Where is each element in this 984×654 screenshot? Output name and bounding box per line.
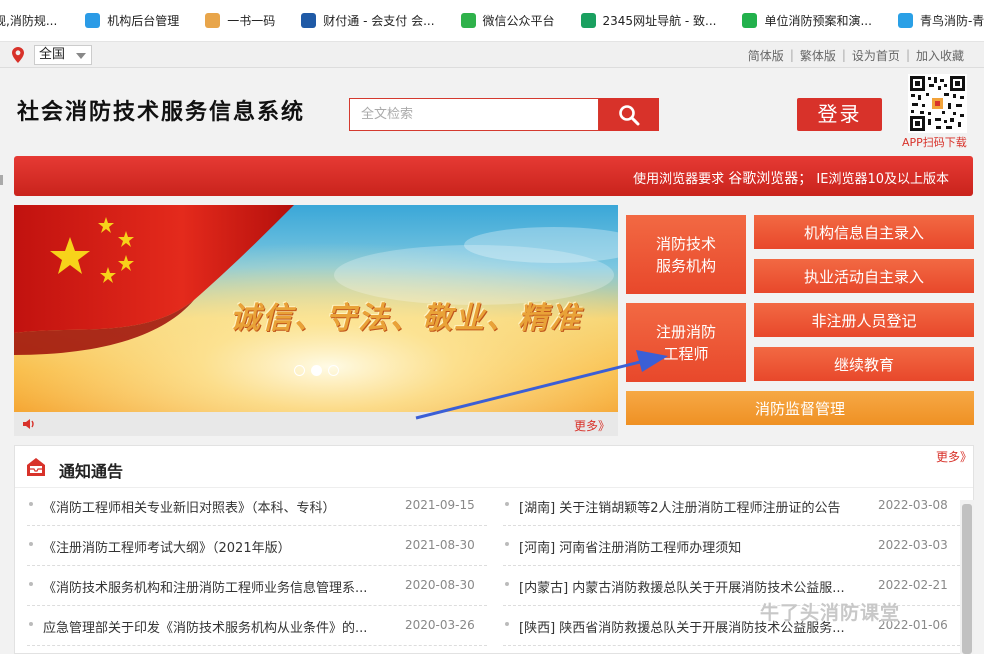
notice-date: 2022-03-03	[878, 538, 948, 552]
slider-dots	[294, 365, 339, 376]
scrollbar[interactable]	[960, 500, 974, 654]
bookmark-item[interactable]: 青鸟消防-青鸟消防...	[891, 0, 984, 41]
inbox-icon	[27, 458, 45, 476]
notice-title[interactable]: 《注册消防工程师考试大纲》（2021年版）	[43, 537, 393, 556]
browser-requirement-banner: 使用浏览器要求 谷歌浏览器； IE浏览器10及以上版本	[14, 156, 973, 196]
site-title: 社会消防技术服务信息系统	[17, 99, 306, 125]
slider-dot-active[interactable]	[311, 365, 322, 376]
bookmark-label: 一书一码	[227, 14, 276, 28]
shield-icon	[301, 13, 317, 28]
notice-row[interactable]: 应急管理部关于印发《消防技术服务机构从业条件》的... 2020-03-26	[27, 606, 487, 646]
app-download-label: APP扫码下载	[902, 136, 967, 149]
notices-more-link[interactable]: 更多》	[936, 448, 972, 465]
tile-org-info-entry[interactable]: 机构信息自主录入	[754, 215, 974, 249]
search-icon	[619, 104, 640, 125]
bullet-icon	[29, 542, 33, 546]
bookmark-label: 微信公众平台	[482, 14, 555, 28]
tile-unregistered-staff[interactable]: 非注册人员登记	[754, 303, 974, 337]
top-utility-bar: 全国 简体版 | 繁体版 | 设为首页 | 加入收藏	[0, 42, 984, 68]
tile-tech-service-org[interactable]: 消防技术 服务机构	[626, 215, 746, 294]
banner-browser: 谷歌浏览器；	[728, 171, 813, 187]
tile-continuing-education[interactable]: 继续教育	[754, 347, 974, 381]
edge-marker	[0, 175, 3, 185]
watermark-text: 牛了头消防课堂	[760, 602, 901, 624]
bookmark-label: 机构后台管理	[107, 14, 180, 28]
notice-row[interactable]: 《注册消防工程师考试大纲》（2021年版） 2021-08-30	[27, 526, 487, 566]
search-input[interactable]: 全文检索	[349, 98, 599, 131]
bullet-icon	[29, 502, 33, 506]
link-add-favorite[interactable]: 加入收藏	[910, 47, 970, 64]
notice-title[interactable]: 《消防技术服务机构和注册消防工程师业务信息管理系...	[43, 577, 393, 596]
notice-title[interactable]: 《消防工程师相关专业新旧对照表》（本科、专科）	[43, 497, 393, 516]
link-simplified[interactable]: 简体版	[742, 47, 790, 64]
link-set-homepage[interactable]: 设为首页	[846, 47, 906, 64]
bullet-icon	[505, 502, 509, 506]
notice-row[interactable]: 《消防工程师相关专业新旧对照表》（本科、专科） 2021-09-15	[27, 486, 487, 526]
bullet-icon	[505, 582, 509, 586]
qr-code-icon	[908, 74, 967, 133]
slider-more-link[interactable]: 更多》	[574, 417, 610, 434]
banner-slider[interactable]: 诚信、守法、敬业、精准	[14, 205, 618, 412]
slider-dot[interactable]	[328, 365, 339, 376]
book-icon	[205, 13, 221, 28]
bookmark-item[interactable]: 规,消防规...	[0, 0, 64, 41]
banner-suffix: IE浏览器10及以上版本	[816, 172, 949, 187]
bullet-icon	[505, 542, 509, 546]
notices-header: 通知通告	[15, 446, 973, 488]
bookmark-item[interactable]: 2345网址导航 - 致...	[574, 0, 724, 41]
notice-title[interactable]: [内蒙古] 内蒙古消防救援总队关于开展消防技术公益服...	[519, 577, 879, 596]
bookmark-item[interactable]: 财付通 - 会支付 会...	[294, 0, 441, 41]
notice-title[interactable]: [湖南] 关于注销胡颖等2人注册消防工程师注册证的公告	[519, 497, 879, 516]
login-button[interactable]: 登录	[797, 98, 882, 131]
notice-date: 2020-08-30	[405, 578, 475, 592]
slider-slogan: 诚信、守法、敬业、精准	[230, 301, 582, 336]
bookmark-item[interactable]: 机构后台管理	[78, 0, 186, 41]
notice-title[interactable]: [河南] 河南省注册消防工程师办理须知	[519, 537, 879, 556]
bookmark-label: 财付通 - 会支付 会...	[323, 14, 435, 28]
bookmark-label: 规,消防规...	[0, 14, 58, 28]
bullet-icon	[29, 582, 33, 586]
scrollbar-thumb[interactable]	[962, 504, 972, 654]
bookmark-label: 2345网址导航 - 致...	[602, 14, 717, 28]
notice-row[interactable]: [河南] 河南省注册消防工程师办理须知 2022-03-03	[503, 526, 960, 566]
slider-dot[interactable]	[294, 365, 305, 376]
top-links: 简体版 | 繁体版 | 设为首页 | 加入收藏	[742, 42, 970, 68]
wechat-icon	[742, 13, 758, 28]
diamond-icon	[85, 13, 101, 28]
tile-fire-supervision[interactable]: 消防监督管理	[626, 391, 974, 425]
bullet-icon	[29, 622, 33, 626]
notice-row[interactable]: [湖南] 关于注销胡颖等2人注册消防工程师注册证的公告 2022-03-08	[503, 486, 960, 526]
bookmark-label: 单位消防预案和演...	[764, 14, 872, 28]
bookmark-label: 青鸟消防-青鸟消防...	[919, 14, 984, 28]
notice-date: 2021-09-15	[405, 498, 475, 512]
tile-registered-engineer[interactable]: 注册消防 工程师	[626, 303, 746, 382]
wechat-ring-icon	[460, 13, 476, 28]
bookmarks-bar: 规,消防规... 机构后台管理 一书一码 财付通 - 会支付 会... 微信公众平台 23…	[0, 0, 984, 42]
tile-practice-entry[interactable]: 执业活动自主录入	[754, 259, 974, 293]
link-traditional[interactable]: 繁体版	[794, 47, 842, 64]
bookmark-item[interactable]: 单位消防预案和演...	[735, 0, 878, 41]
notice-date: 2021-08-30	[405, 538, 475, 552]
search-button[interactable]	[599, 98, 659, 131]
notice-date: 2022-03-08	[878, 498, 948, 512]
banner-prefix: 使用浏览器要求	[633, 172, 725, 187]
notices-title: 通知通告	[59, 462, 124, 481]
speaker-icon	[23, 419, 34, 429]
bullet-icon	[505, 622, 509, 626]
bookmark-item[interactable]: 微信公众平台	[454, 0, 562, 41]
bird-icon	[897, 13, 913, 28]
slider-footer: 更多》	[14, 412, 618, 436]
notice-date: 2020-03-26	[405, 618, 475, 632]
region-select[interactable]: 全国	[34, 45, 92, 65]
chevron-down-icon	[76, 53, 86, 59]
notice-date: 2022-02-21	[878, 578, 948, 592]
globe-icon	[580, 13, 596, 28]
notice-title[interactable]: 应急管理部关于印发《消防技术服务机构从业条件》的...	[43, 617, 393, 636]
bookmark-item[interactable]: 一书一码	[198, 0, 282, 41]
region-value: 全国	[39, 47, 66, 62]
notice-row[interactable]: 《消防技术服务机构和注册消防工程师业务信息管理系... 2020-08-30	[27, 566, 487, 606]
location-pin-icon	[12, 47, 24, 63]
